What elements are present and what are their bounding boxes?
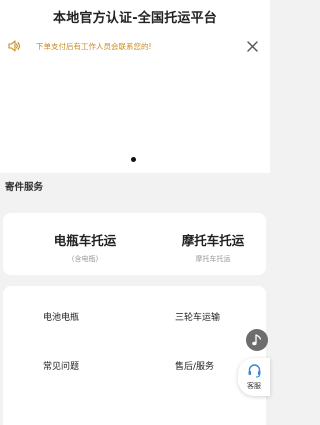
music-button[interactable] bbox=[246, 329, 268, 351]
section-title: 寄件服务 bbox=[5, 182, 44, 193]
service-subtitle: 摩托车托运 bbox=[195, 255, 231, 263]
notice-bar: 下单支付后有工作人员会联系您的! bbox=[0, 33, 270, 61]
close-icon[interactable] bbox=[246, 40, 259, 53]
app-header: 本地官方认证-全国托运平台 bbox=[0, 0, 270, 33]
menu-item-faq[interactable]: 常见问题 bbox=[43, 359, 79, 372]
customer-service-button[interactable]: 客服 bbox=[238, 358, 270, 396]
menu-item-after-sales[interactable]: 售后/服务 bbox=[175, 359, 214, 372]
service-motorcycle-shipping[interactable]: 摩托车托运 摩托车托运 bbox=[161, 230, 265, 264]
service-name: 电瓶车托运 bbox=[53, 233, 117, 248]
banner-carousel[interactable] bbox=[0, 61, 270, 173]
music-note-icon bbox=[252, 334, 262, 346]
notice-text: 下单支付后有工作人员会联系您的! bbox=[36, 42, 152, 51]
service-subtitle: (含电瓶) bbox=[71, 255, 99, 263]
support-label: 客服 bbox=[247, 382, 261, 390]
headset-icon bbox=[248, 364, 261, 378]
service-name: 摩托车托运 bbox=[181, 233, 245, 248]
service-card: 电瓶车托运 (含电瓶) 摩托车托运 摩托车托运 bbox=[3, 213, 266, 275]
menu-item-battery[interactable]: 电池电瓶 bbox=[43, 310, 79, 323]
menu-item-tricycle[interactable]: 三轮车运输 bbox=[175, 310, 220, 323]
page-title: 本地官方认证-全国托运平台 bbox=[53, 11, 217, 26]
service-ev-shipping[interactable]: 电瓶车托运 (含电瓶) bbox=[33, 230, 137, 264]
carousel-indicator-dot bbox=[131, 157, 136, 162]
menu-card: 电池电瓶 三轮车运输 常见问题 售后/服务 bbox=[3, 286, 266, 425]
speaker-icon bbox=[8, 40, 21, 52]
